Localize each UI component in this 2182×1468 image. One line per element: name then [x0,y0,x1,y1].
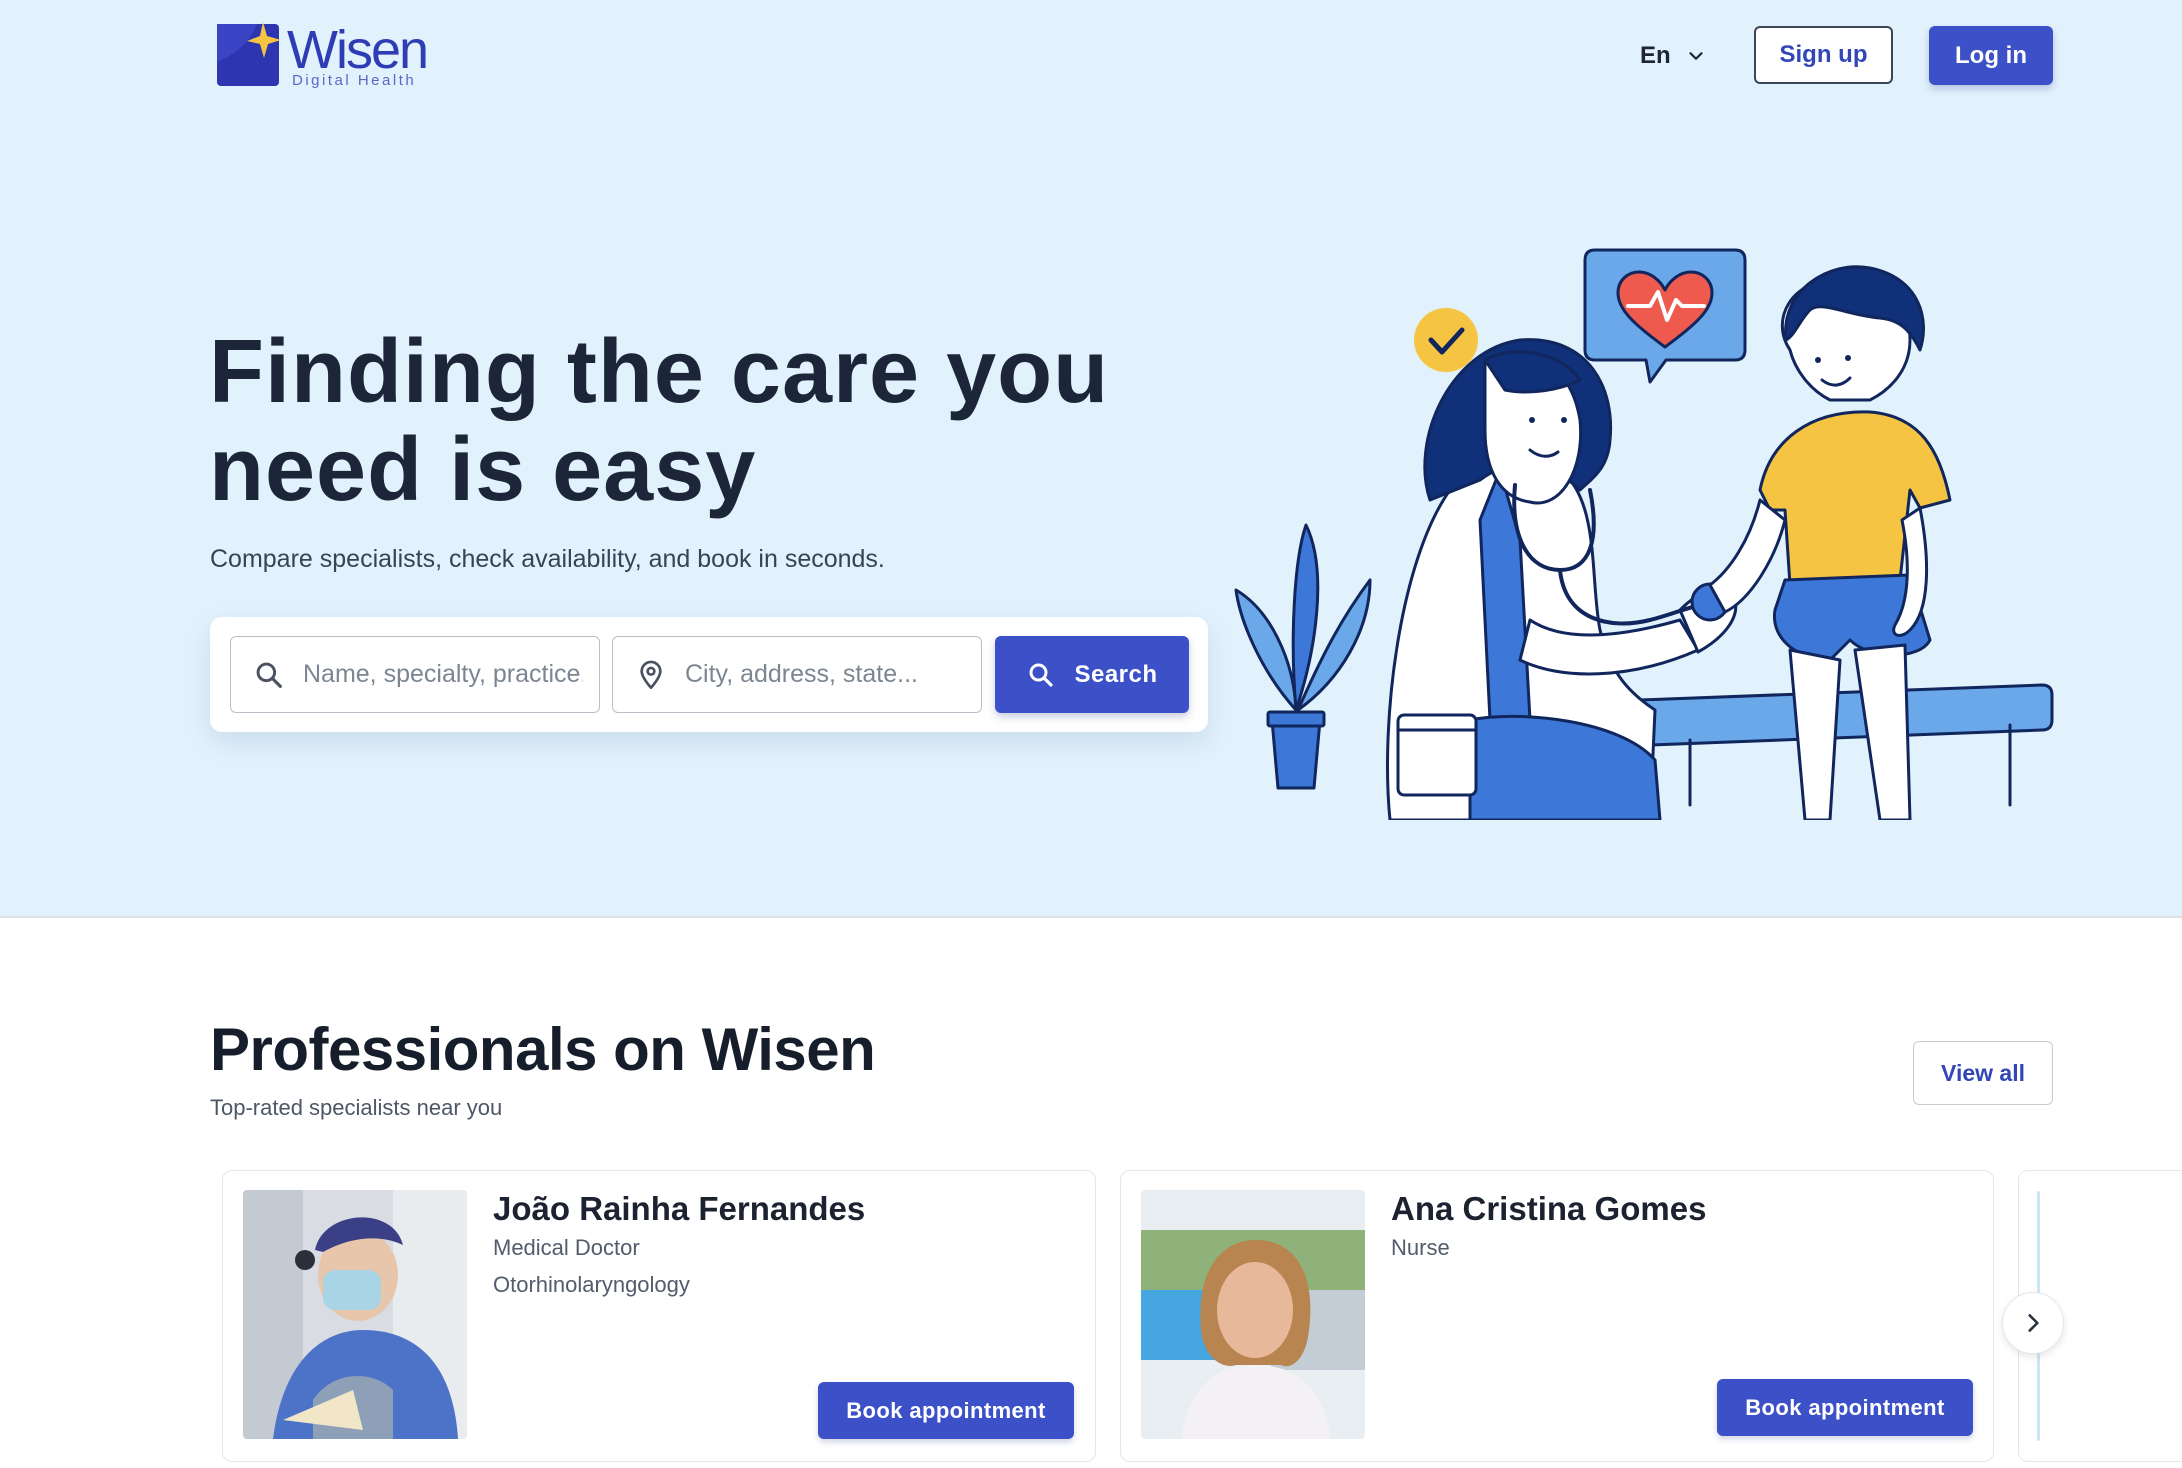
doctor-examining-child-illustration [1234,248,2054,820]
logo-subtitle: Digital Health [292,72,417,89]
hero-title: Finding the care you need is easy [209,322,1110,520]
book-appointment-button[interactable]: Book appointment [818,1382,1074,1439]
search-button[interactable]: Search [995,636,1189,713]
specialty-search-field[interactable] [230,636,600,713]
professional-role: Medical Doctor [493,1235,640,1260]
search-icon [256,662,282,688]
professional-role: Nurse [1391,1235,1450,1260]
professional-name: Ana Cristina Gomes [1391,1190,1707,1227]
professional-specialty: Otorhinolaryngology [493,1272,690,1297]
professional-name: João Rainha Fernandes [493,1190,866,1227]
location-search-input[interactable] [685,660,965,689]
hero-subtitle: Compare specialists, check availability,… [210,545,885,573]
search-button-icon [1029,663,1054,687]
language-selector[interactable]: En [1640,36,1707,76]
signup-button[interactable]: Sign up [1754,26,1893,84]
chevron-down-icon [1689,52,1703,60]
login-button[interactable]: Log in [1929,26,2053,85]
professionals-subtitle: Top-rated specialists near you [210,1095,503,1120]
professional-photo [1141,1190,1365,1439]
location-search-field[interactable] [612,636,982,713]
professionals-title: Professionals on Wisen [210,1016,876,1083]
specialty-search-input[interactable] [303,660,583,689]
hero-section: Wisen Digital Health En Sign up Log in F… [0,0,2182,918]
map-pin-icon [640,660,662,689]
wisen-logo[interactable]: Wisen Digital Health [217,20,429,90]
professional-card[interactable]: João Rainha Fernandes Medical Doctor Oto… [222,1170,1096,1462]
book-appointment-button[interactable]: Book appointment [1717,1379,1973,1436]
logo-mark-icon [217,22,281,86]
search-panel: Search [210,617,1208,732]
view-all-button[interactable]: View all [1913,1041,2053,1105]
language-label: En [1640,42,1671,69]
professional-photo [243,1190,467,1439]
search-button-label: Search [1074,660,1158,688]
doctor-photo-image [243,1190,467,1439]
chevron-right-icon [2028,1314,2039,1332]
nurse-photo-image [1141,1190,1365,1439]
carousel-next-button[interactable] [2002,1292,2064,1354]
professional-card[interactable]: Ana Cristina Gomes Nurse Book appointmen… [1120,1170,1994,1462]
